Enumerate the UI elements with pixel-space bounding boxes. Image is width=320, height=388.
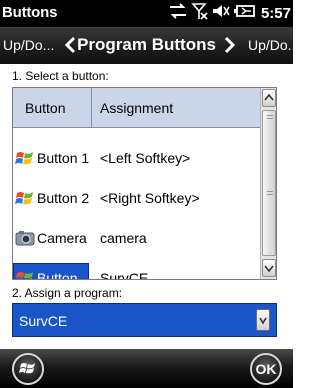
volume-icon[interactable] <box>212 2 230 25</box>
list-scrollbar[interactable] <box>260 88 276 279</box>
windows-flag-icon <box>16 272 33 279</box>
status-icons: 5:57 <box>168 2 291 25</box>
app-title: Buttons <box>2 4 58 21</box>
battery-icon[interactable] <box>233 2 255 25</box>
status-bar: Buttons 5:57 <box>0 0 293 27</box>
chevron-up-icon <box>264 93 274 101</box>
column-header-assignment[interactable]: Assignment <box>100 100 173 116</box>
scroll-thumb[interactable] <box>262 110 276 256</box>
scroll-grip-line <box>267 194 273 195</box>
select-button-label: 1. Select a button: <box>12 69 109 83</box>
list-row-camera[interactable]: Camera camera <box>13 218 261 258</box>
scroll-up-button[interactable] <box>262 89 276 107</box>
row-assignment: <Right Softkey> <box>100 190 200 206</box>
chevron-down-icon <box>264 265 274 273</box>
camera-icon <box>15 231 35 246</box>
start-button[interactable] <box>12 353 44 385</box>
bottom-toolbar: OK <box>0 349 293 388</box>
program-select[interactable]: SurvCE <box>12 303 277 337</box>
row-assignment: <Left Softkey> <box>100 150 191 166</box>
row-assignment: SurvCE <box>100 270 149 280</box>
list-row-selected[interactable]: Button SurvCE <box>13 258 261 280</box>
no-signal-icon[interactable] <box>191 2 209 25</box>
windows-logo-icon <box>19 363 35 374</box>
data-connection-icon[interactable] <box>168 2 188 25</box>
windows-flag-icon <box>15 152 33 165</box>
list-row-button-1[interactable]: Button 1 <Left Softkey> <box>13 138 261 178</box>
clock[interactable]: 5:57 <box>261 5 291 22</box>
assign-program-label: 2. Assign a program: <box>12 286 123 300</box>
chevron-right-icon[interactable] <box>224 36 236 54</box>
row-assignment: camera <box>100 230 147 246</box>
scroll-grip-line <box>267 115 273 116</box>
row-button-name: Button 2 <box>37 190 90 206</box>
windows-flag-icon <box>15 192 33 205</box>
column-header-button[interactable]: Button <box>25 100 65 116</box>
list-header: Button Assignment <box>13 88 261 128</box>
row-button-name: Button <box>37 270 78 280</box>
ok-button[interactable]: OK <box>250 353 282 385</box>
column-divider <box>91 88 92 128</box>
chevron-down-icon <box>259 317 267 325</box>
dropdown-button[interactable] <box>256 309 270 331</box>
scroll-grip-line <box>267 191 273 192</box>
nav-header: Up/Do... Program Buttons Up/Do... <box>0 27 293 64</box>
program-select-value: SurvCE <box>19 313 68 329</box>
button-list[interactable]: Button Assignment Button 1 <Left Softkey… <box>12 87 277 280</box>
list-row-button-2[interactable]: Button 2 <Right Softkey> <box>13 178 261 218</box>
scroll-down-button[interactable] <box>262 259 276 277</box>
scroll-grip-line <box>267 118 273 119</box>
nav-next-label[interactable]: Up/Do... <box>248 37 293 53</box>
row-button-name: Camera <box>37 230 87 246</box>
row-button-name: Button 1 <box>37 150 90 166</box>
